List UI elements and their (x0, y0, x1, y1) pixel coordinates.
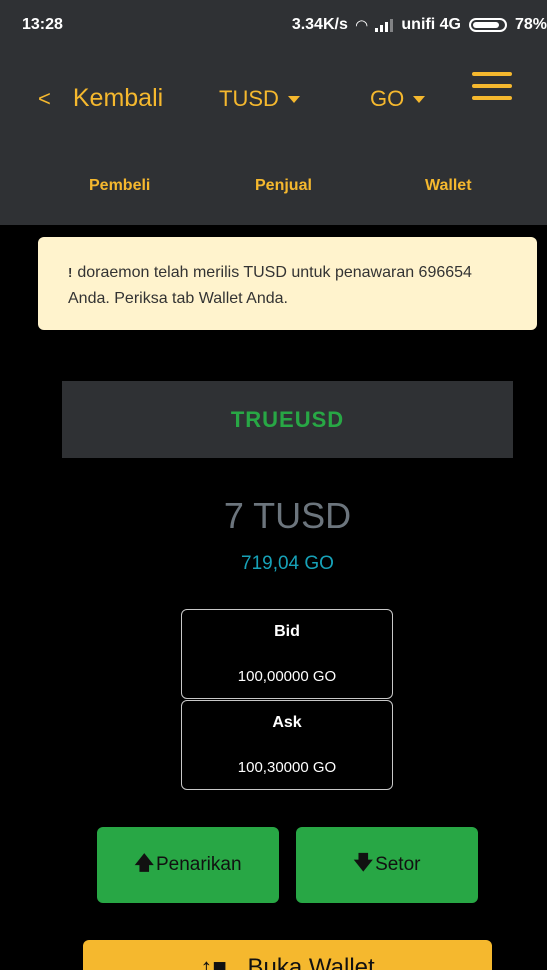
open-wallet-label: Buka Wallet (247, 954, 375, 970)
release-alert: ! doraemon telah merilis TUSD untuk penaw… (38, 237, 537, 330)
alert-message: doraemon telah merilis TUSD untuk penawa… (68, 264, 472, 307)
caret-down-icon (413, 95, 426, 103)
ask-box: Ask 100,30000 GO (181, 700, 393, 790)
deposit-button[interactable]: 🡇 Setor (296, 827, 478, 903)
app-screen: 13:28 3.34K/s ◠ unifi 4G 78% < Kembali T… (0, 0, 547, 970)
network-speed: 3.34K/s (291, 16, 348, 33)
asset-name-card: TRUEUSD (62, 381, 513, 458)
asset-value: 719,04 GO (241, 553, 334, 574)
arrow-up-icon: 🡅 (134, 853, 154, 874)
open-wallet-button[interactable]: ↑■ Buka Wallet (83, 940, 492, 970)
caret-down-icon (287, 95, 300, 103)
status-time: 13:28 (22, 16, 63, 33)
hamburger-menu-icon[interactable] (472, 72, 512, 104)
withdraw-button[interactable]: 🡅 Penarikan (97, 827, 279, 903)
chevron-left-icon: < (38, 85, 51, 111)
wallet-icon: ↑■ (200, 954, 227, 970)
deposit-label: Setor (375, 854, 421, 875)
bid-value: 100,00000 GO (237, 668, 337, 685)
currency-dropdown[interactable]: TUSD (219, 86, 300, 112)
ask-label: Ask (272, 714, 302, 731)
withdraw-label: Penarikan (155, 854, 242, 875)
back-label: Kembali (72, 84, 164, 112)
back-button[interactable]: < Kembali (38, 84, 163, 113)
app-header (0, 50, 547, 225)
carrier-label: unifi 4G (401, 16, 461, 33)
market-dropdown-label: GO (370, 86, 405, 111)
currency-dropdown-label: TUSD (219, 86, 279, 111)
tab-wallet[interactable]: Wallet (425, 177, 472, 195)
market-dropdown[interactable]: GO (370, 86, 426, 112)
signal-icon (375, 18, 394, 32)
asset-amount: 7 TUSD (223, 495, 352, 536)
ask-value: 100,30000 GO (237, 759, 337, 776)
asset-name: TRUEUSD (230, 406, 345, 432)
exclamation-icon: ! (68, 265, 73, 280)
status-bar: 13:28 3.34K/s ◠ unifi 4G 78% (0, 0, 547, 50)
battery-level: 78% (514, 16, 547, 33)
status-right: 3.34K/s ◠ unifi 4G 78% (292, 16, 547, 34)
tab-pembeli[interactable]: Pembeli (89, 177, 150, 195)
tab-penjual[interactable]: Penjual (255, 177, 312, 195)
bid-box: Bid 100,00000 GO (181, 609, 393, 699)
bid-label: Bid (274, 623, 300, 640)
battery-icon (468, 18, 507, 32)
arrow-down-icon: 🡇 (353, 853, 374, 874)
wifi-icon: ◠ (355, 17, 368, 34)
